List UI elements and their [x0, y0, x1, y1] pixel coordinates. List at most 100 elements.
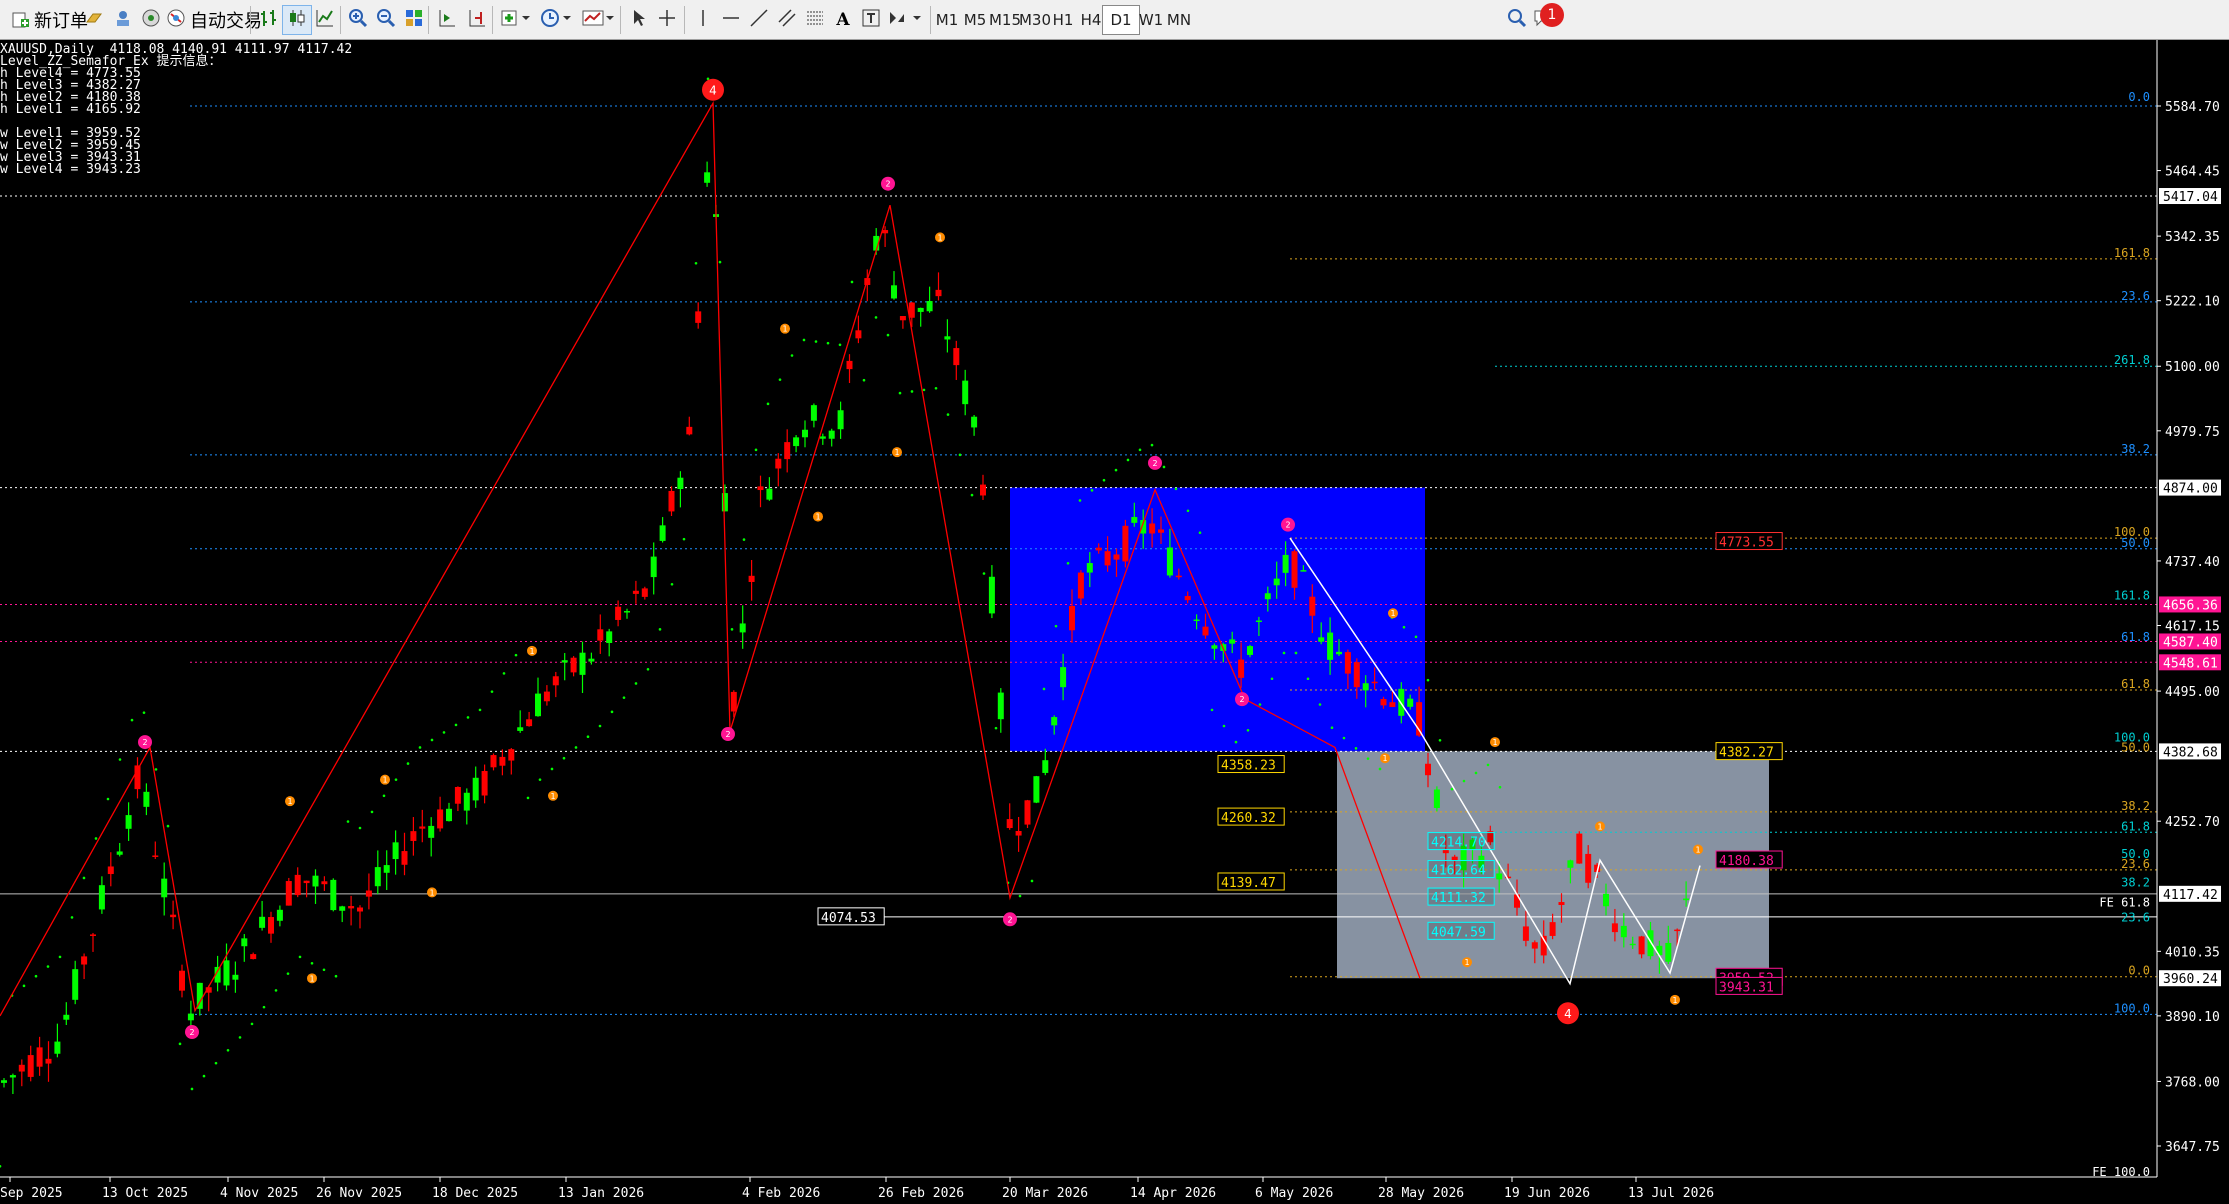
candle-body — [1433, 789, 1440, 808]
semafor-label: 2 — [1152, 459, 1157, 468]
semafor-label: 2 — [142, 738, 147, 747]
data-window-button[interactable] — [108, 5, 138, 35]
sar-dot — [1210, 708, 1214, 712]
market-watch-button[interactable] — [80, 5, 110, 35]
candle-body — [1522, 926, 1529, 941]
candle-body — [1683, 898, 1690, 901]
line-chart-button[interactable] — [310, 5, 340, 35]
cursor-tool[interactable] — [624, 5, 654, 35]
navigator-button[interactable] — [136, 5, 166, 35]
fibonacci-icon — [805, 8, 825, 33]
chart-label-text: 4180.38 — [1719, 854, 1774, 869]
candle-body — [392, 842, 399, 860]
candle-body — [739, 623, 746, 633]
candle-body — [1086, 563, 1093, 573]
sar-dot — [442, 731, 446, 734]
candle-body — [1603, 893, 1609, 907]
candlestick-chart-button[interactable] — [282, 5, 312, 35]
arrows-tool[interactable] — [884, 5, 924, 35]
candle-body — [517, 727, 524, 731]
candle-body — [552, 676, 559, 686]
sar-dot — [238, 1036, 242, 1039]
sar-dot — [1414, 635, 1418, 639]
sar-dot — [958, 453, 962, 457]
candle-body — [357, 907, 363, 912]
crosshair-tool[interactable] — [652, 5, 682, 35]
candle-body — [312, 875, 319, 887]
fib-level-label: 0.0 — [2128, 90, 2150, 104]
candle-body — [962, 380, 969, 405]
fibonacci-tool[interactable] — [800, 5, 830, 35]
new-order-button[interactable]: 新订单 — [12, 5, 88, 35]
candle-body — [481, 771, 488, 796]
candle-body — [1344, 652, 1351, 674]
candle-body — [668, 490, 675, 512]
candle-body — [268, 917, 274, 934]
fib-level-label: 61.8 — [2121, 819, 2150, 833]
chart-canvas[interactable]: 4 4 2 2 2 2 2 2 2 2 1 1 1 1 1 1 1 1 1 1 1 1 1 1 1 1 1 5584.70 5464.4… — [0, 40, 2229, 1204]
candle-body — [107, 866, 114, 875]
candle-body — [490, 755, 497, 768]
horizontal-line-tool[interactable] — [716, 5, 746, 35]
sar-dot — [970, 493, 974, 497]
candle-body — [730, 691, 737, 712]
price-tick-label: 3768.00 — [2165, 1075, 2220, 1090]
sar-dot — [1186, 509, 1190, 513]
periods-button[interactable] — [538, 5, 574, 35]
chart-shift-button[interactable] — [462, 5, 492, 35]
sar-dot — [1198, 531, 1202, 534]
candle-body — [1576, 833, 1583, 864]
timeframe-mn[interactable]: MN — [1160, 5, 1198, 35]
notification-badge[interactable]: 1 — [1540, 3, 1564, 27]
arrows-icon — [887, 8, 921, 33]
candle-body — [170, 914, 177, 918]
sar-dot — [1174, 487, 1178, 491]
candle-body — [374, 867, 381, 887]
tile-windows-button[interactable] — [399, 5, 429, 35]
auto-trading-button[interactable]: 自动交易 — [166, 5, 262, 35]
candle-body — [632, 590, 639, 594]
sar-dot — [1054, 624, 1058, 628]
sar-dot — [766, 402, 770, 406]
equidistant-channel-tool[interactable] — [772, 5, 802, 35]
zoom-in-button[interactable] — [343, 5, 373, 35]
text-label-tool[interactable] — [856, 5, 886, 35]
candle-body — [276, 909, 283, 921]
auto-trading-label: 自动交易 — [190, 11, 262, 32]
sar-dot — [34, 974, 38, 978]
text-tool[interactable]: A — [828, 5, 858, 35]
candle-body — [988, 576, 995, 614]
candle-body — [1380, 699, 1387, 706]
semafor-label: 1 — [937, 233, 942, 242]
candle-body — [1193, 619, 1200, 622]
sar-dot — [298, 955, 302, 959]
sar-dot — [250, 1022, 254, 1026]
price-chart[interactable]: 4 4 2 2 2 2 2 2 2 2 1 1 1 1 1 1 1 1 1 1 1 1 1 1 1 1 1 5584.70 5464.4… — [0, 40, 2229, 1204]
auto-scroll-button[interactable] — [432, 5, 462, 35]
zoom-out-button[interactable] — [371, 5, 401, 35]
trendline-tool[interactable] — [744, 5, 774, 35]
candle-body — [615, 606, 622, 620]
fib-level-label: 261.8 — [2114, 353, 2150, 367]
candle-body — [1353, 662, 1360, 688]
candle-body — [1389, 702, 1396, 708]
candle-body — [81, 956, 88, 965]
candle-body — [1273, 578, 1280, 586]
candle-body — [27, 1055, 34, 1077]
sar-dot — [322, 968, 326, 972]
vertical-line-tool[interactable] — [688, 5, 718, 35]
sar-dot — [370, 810, 374, 814]
candle-body — [926, 301, 933, 312]
sar-dot — [1498, 785, 1502, 789]
candle-body — [223, 960, 230, 986]
candle-body — [721, 493, 728, 512]
main-toolbar: 新订单 自动交易 A M1 M5 M15 M30 H1 H4 D1 W1 MN … — [0, 0, 2229, 40]
candle-body — [125, 815, 132, 829]
indicators-button[interactable] — [496, 5, 534, 35]
sar-dot — [1042, 687, 1046, 691]
semafor-label: 1 — [1597, 822, 1602, 831]
bar-chart-button[interactable] — [254, 5, 284, 35]
semafor-label: 1 — [1390, 609, 1395, 618]
templates-button[interactable] — [580, 5, 616, 35]
sar-dot — [790, 354, 794, 357]
